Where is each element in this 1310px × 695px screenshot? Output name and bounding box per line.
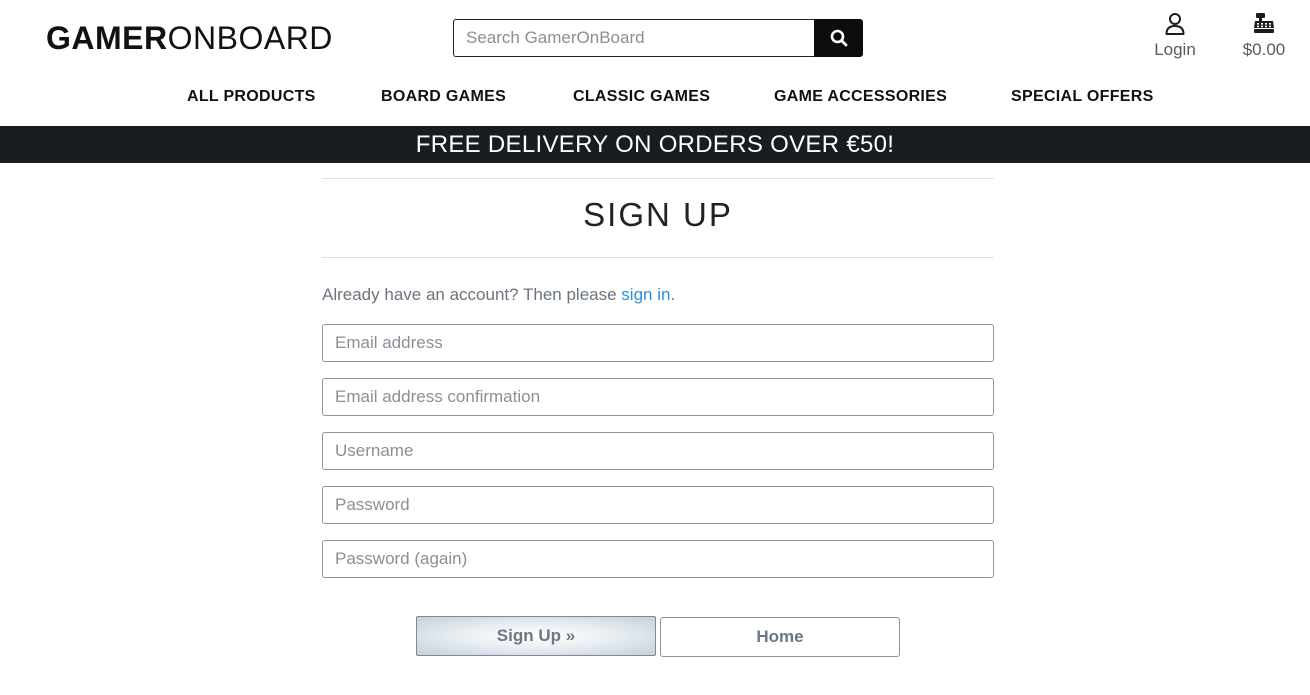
site-header: GAMERONBOARD Login	[0, 0, 1310, 76]
nav-item-board-games[interactable]: BOARD GAMES	[381, 85, 506, 109]
signup-button[interactable]: Sign Up »	[416, 616, 656, 656]
email-confirmation-field[interactable]	[322, 378, 994, 416]
cash-register-icon	[1232, 12, 1296, 38]
search-icon	[830, 29, 847, 47]
login-link[interactable]: Login	[1140, 12, 1210, 61]
home-button[interactable]: Home	[660, 617, 900, 657]
signin-prompt-text: Already have an account? Then please	[322, 285, 622, 304]
search-button[interactable]	[814, 19, 863, 57]
login-label: Login	[1154, 40, 1196, 59]
signin-prompt-end: .	[670, 285, 676, 304]
search-form	[453, 19, 863, 57]
signin-link[interactable]: sign in	[621, 285, 670, 304]
site-logo[interactable]: GAMERONBOARD	[46, 18, 333, 58]
password-field[interactable]	[322, 486, 994, 524]
divider-top	[322, 178, 994, 179]
nav-item-game-accessories[interactable]: GAME ACCESSORIES	[774, 85, 947, 109]
signup-section: SIGN UP Already have an account? Then pl…	[322, 163, 994, 657]
main-nav: ALL PRODUCTS BOARD GAMES CLASSIC GAMES G…	[0, 85, 1310, 111]
search-input[interactable]	[453, 19, 814, 57]
divider-bottom	[322, 257, 994, 258]
cart-link[interactable]: $0.00	[1232, 12, 1296, 61]
delivery-banner: FREE DELIVERY ON ORDERS OVER €50!	[0, 126, 1310, 163]
password-again-field[interactable]	[322, 540, 994, 578]
page-title: SIGN UP	[583, 196, 733, 233]
logo-light-text: ONBOARD	[167, 20, 333, 56]
nav-item-all-products[interactable]: ALL PRODUCTS	[187, 85, 316, 109]
username-field[interactable]	[322, 432, 994, 470]
signup-form	[322, 324, 994, 578]
logo-bold-text: GAMER	[46, 20, 168, 56]
form-actions: Sign Up » Home	[416, 616, 900, 657]
signin-prompt: Already have an account? Then please sig…	[322, 284, 994, 306]
user-icon	[1140, 12, 1210, 38]
nav-item-special-offers[interactable]: SPECIAL OFFERS	[1011, 85, 1154, 109]
email-field[interactable]	[322, 324, 994, 362]
cart-total: $0.00	[1242, 40, 1286, 59]
nav-item-classic-games[interactable]: CLASSIC GAMES	[573, 85, 710, 109]
